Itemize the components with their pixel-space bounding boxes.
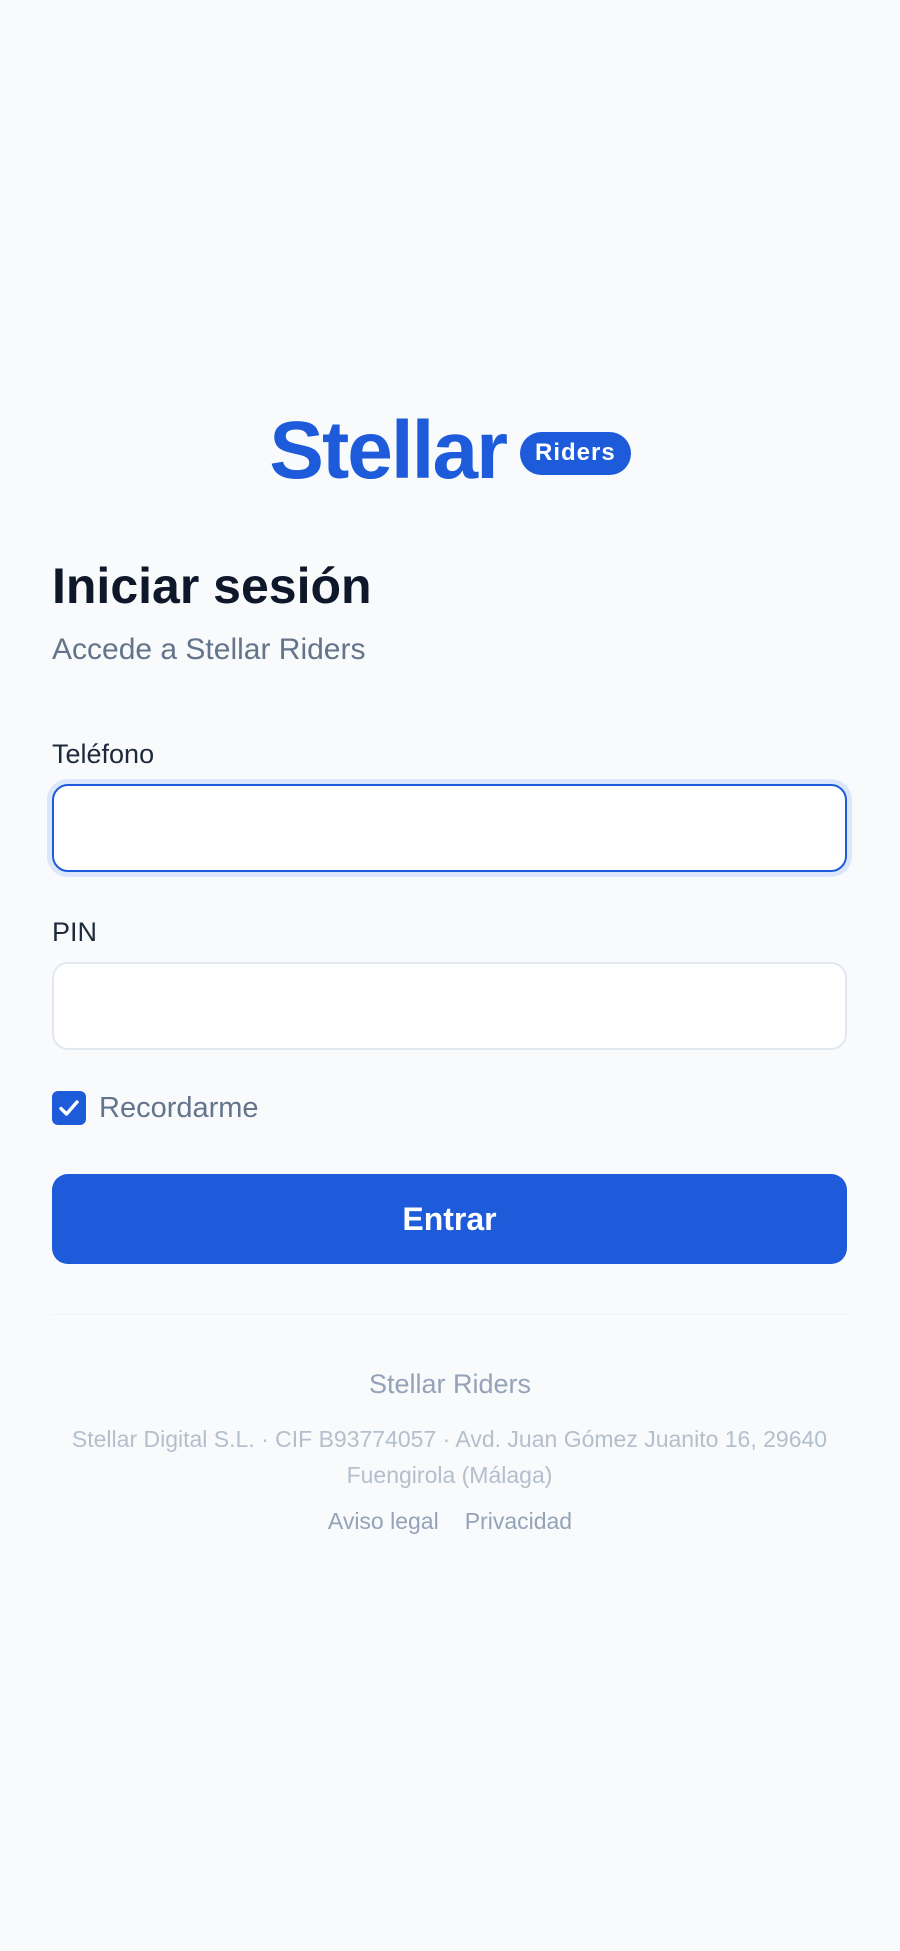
pin-input[interactable] xyxy=(52,962,847,1050)
logo-wordmark: Stellar xyxy=(269,405,508,496)
brand-logo: Stellar Riders xyxy=(0,410,900,492)
phone-label: Teléfono xyxy=(52,739,155,769)
footer-legal-text: Stellar Digital S.L. · CIF B93774057 · A… xyxy=(71,1426,828,1488)
footer-divider xyxy=(52,1314,847,1315)
check-icon xyxy=(59,1100,79,1116)
remember-me-option[interactable]: Recordarme xyxy=(52,1091,259,1125)
legal-notice-link[interactable]: Aviso legal xyxy=(328,1508,439,1536)
remember-checkbox[interactable] xyxy=(52,1091,86,1125)
page-title: Iniciar sesión xyxy=(52,558,372,614)
page-subtitle: Accede a Stellar Riders xyxy=(52,633,366,666)
footer-links: Aviso legal Privacidad xyxy=(0,1508,900,1536)
login-page: Stellar Riders Iniciar sesión Accede a S… xyxy=(0,0,900,1951)
pin-label: PIN xyxy=(52,917,98,947)
footer-brand: Stellar Riders xyxy=(368,1369,532,1399)
login-button[interactable]: Entrar xyxy=(52,1174,847,1264)
logo-badge: Riders xyxy=(519,431,631,475)
privacy-link[interactable]: Privacidad xyxy=(465,1508,572,1536)
remember-label[interactable]: Recordarme xyxy=(99,1093,259,1123)
phone-input[interactable] xyxy=(52,784,847,872)
